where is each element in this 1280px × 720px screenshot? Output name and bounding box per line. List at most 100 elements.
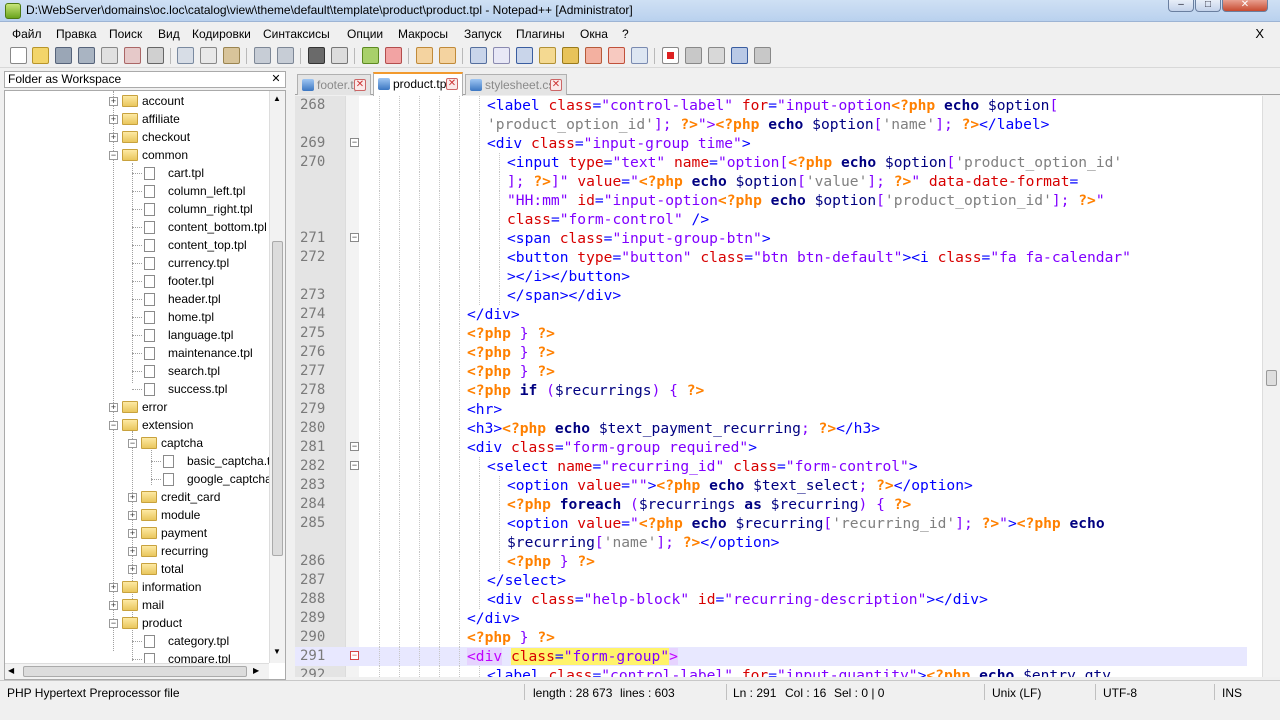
tree-folder[interactable]: + module <box>5 506 267 524</box>
close-document-x[interactable]: X <box>1255 26 1264 41</box>
tree-folder[interactable]: + affiliate <box>5 110 267 128</box>
print-icon[interactable] <box>147 47 164 64</box>
menu-language[interactable]: Синтаксисы <box>263 27 330 41</box>
menu-encoding[interactable]: Кодировки <box>192 27 251 41</box>
expand-icon[interactable]: + <box>109 133 118 142</box>
code-line[interactable]: 285 <option value="<?php echo $recurring[… <box>295 514 1247 533</box>
stop-macro-icon[interactable] <box>685 47 702 64</box>
hscroll-thumb[interactable] <box>23 666 247 677</box>
code-line[interactable]: "HH:mm" id="input-option<?php echo $opti… <box>295 191 1247 210</box>
code-line[interactable]: 290 <?php } ?> <box>295 628 1247 647</box>
fold-collapse-icon[interactable]: − <box>350 138 359 147</box>
indent-guide-icon[interactable] <box>516 47 533 64</box>
code-line[interactable]: 278 <?php if ($recurrings) { ?> <box>295 381 1247 400</box>
expand-icon[interactable]: + <box>128 529 137 538</box>
menu-help[interactable]: ? <box>622 27 629 41</box>
tree-file[interactable]: category.tpl <box>5 632 267 650</box>
scroll-left-arrow-icon[interactable]: ◀ <box>8 666 14 675</box>
tab-close-icon[interactable]: ✕ <box>446 78 458 90</box>
new-file-icon[interactable] <box>10 47 27 64</box>
expand-icon[interactable]: + <box>109 115 118 124</box>
find-icon[interactable] <box>308 47 325 64</box>
tree-folder[interactable]: + checkout <box>5 128 267 146</box>
code-line[interactable]: 286 <?php } ?> <box>295 552 1247 571</box>
scroll-up-arrow-icon[interactable]: ▲ <box>273 94 281 103</box>
tree-file[interactable]: cart.tpl <box>5 164 267 182</box>
folder-workspace-icon[interactable] <box>608 47 625 64</box>
code-line[interactable]: 276 <?php } ?> <box>295 343 1247 362</box>
tree-folder[interactable]: + mail <box>5 596 267 614</box>
tab-product-tpl[interactable]: product.tpl ✕ <box>373 72 463 96</box>
code-line[interactable]: 283 <option value=""><?php echo $text_sel… <box>295 476 1247 495</box>
copy-icon[interactable] <box>200 47 217 64</box>
scroll-right-arrow-icon[interactable]: ▶ <box>253 666 259 675</box>
tree-folder[interactable]: + payment <box>5 524 267 542</box>
expand-icon[interactable]: + <box>128 565 137 574</box>
redo-icon[interactable] <box>277 47 294 64</box>
collapse-icon[interactable]: − <box>109 151 118 160</box>
code-line[interactable]: 288 <div class="help-block" id="recurring… <box>295 590 1247 609</box>
current-code-line[interactable]: 291 − <div class="form-group"> <box>295 647 1247 666</box>
undo-icon[interactable] <box>254 47 271 64</box>
function-list-icon[interactable] <box>585 47 602 64</box>
tree-file[interactable]: maintenance.tpl <box>5 344 267 362</box>
expand-icon[interactable]: + <box>109 97 118 106</box>
tree-folder[interactable]: + credit_card <box>5 488 267 506</box>
sync-vertical-icon[interactable] <box>416 47 433 64</box>
collapse-icon[interactable]: − <box>128 439 137 448</box>
tree-file[interactable]: home.tpl <box>5 308 267 326</box>
tree-file[interactable]: column_right.tpl <box>5 200 267 218</box>
minimize-button[interactable]: – <box>1168 0 1194 12</box>
collapse-icon[interactable]: − <box>109 421 118 430</box>
fold-collapse-icon[interactable]: − <box>350 442 359 451</box>
code-line[interactable]: 268 <label class="control-label" for="inp… <box>295 96 1247 115</box>
code-line[interactable]: 272 <button type="button" class="btn btn-… <box>295 248 1247 267</box>
cut-icon[interactable] <box>177 47 194 64</box>
code-line[interactable]: 274 </div> <box>295 305 1247 324</box>
record-macro-icon[interactable] <box>662 47 679 64</box>
code-line[interactable]: 281 − <div class="form-group required"> <box>295 438 1247 457</box>
run-macro-multiple-icon[interactable] <box>731 47 748 64</box>
code-line[interactable]: 269 − <div class="input-group time"> <box>295 134 1247 153</box>
code-editor[interactable]: 268 <label class="control-label" for="inp… <box>295 96 1280 677</box>
expand-icon[interactable]: + <box>109 601 118 610</box>
fold-collapse-icon[interactable]: − <box>350 233 359 242</box>
editor-vertical-scrollbar[interactable] <box>1262 96 1280 677</box>
fold-collapse-icon[interactable]: − <box>350 461 359 470</box>
code-line[interactable]: 271 − <span class="input-group-btn"> <box>295 229 1247 248</box>
open-file-icon[interactable] <box>32 47 49 64</box>
code-line[interactable]: 'product_option_id']; ?>"><?php echo $op… <box>295 115 1247 134</box>
tree-file[interactable]: footer.tpl <box>5 272 267 290</box>
tree-file[interactable]: language.tpl <box>5 326 267 344</box>
tree-folder[interactable]: + recurring <box>5 542 267 560</box>
code-line[interactable]: 282 − <select name="recurring_id" class="f… <box>295 457 1247 476</box>
code-line[interactable]: 270 <input type="text" name="option[<?php… <box>295 153 1247 172</box>
paste-icon[interactable] <box>223 47 240 64</box>
scroll-thumb[interactable] <box>272 241 283 556</box>
menu-window[interactable]: Окна <box>580 27 608 41</box>
tree-folder[interactable]: + error <box>5 398 267 416</box>
expand-icon[interactable]: + <box>109 583 118 592</box>
tree-vertical-scrollbar[interactable]: ▲ ▼ <box>269 91 285 663</box>
code-line[interactable]: 284 <?php foreach ($recurrings as $recurr… <box>295 495 1247 514</box>
code-line[interactable]: 280 <h3><?php echo $text_payment_recurrin… <box>295 419 1247 438</box>
tree-file[interactable]: column_left.tpl <box>5 182 267 200</box>
word-wrap-icon[interactable] <box>470 47 487 64</box>
code-line[interactable]: ]; ?>]" value="<?php echo $option['value… <box>295 172 1247 191</box>
fold-collapse-icon[interactable]: − <box>350 651 359 660</box>
sync-horizontal-icon[interactable] <box>439 47 456 64</box>
close-all-icon[interactable] <box>124 47 141 64</box>
tree-file[interactable]: basic_captcha.tp <box>5 452 277 470</box>
tree-file[interactable]: content_top.tpl <box>5 236 267 254</box>
tab-close-icon[interactable]: ✕ <box>550 79 562 91</box>
zoom-out-icon[interactable] <box>385 47 402 64</box>
replace-icon[interactable] <box>331 47 348 64</box>
tree-file[interactable]: success.tpl <box>5 380 267 398</box>
scroll-down-arrow-icon[interactable]: ▼ <box>273 647 281 656</box>
menu-macro[interactable]: Макросы <box>398 27 448 41</box>
menu-run[interactable]: Запуск <box>464 27 502 41</box>
notepadpp-app-icon[interactable] <box>5 3 21 19</box>
expand-icon[interactable]: + <box>128 511 137 520</box>
tree-horizontal-scrollbar[interactable]: ◀ ▶ <box>5 663 269 679</box>
code-line[interactable]: 292 <label class="control-label" for="inp… <box>295 666 1247 677</box>
